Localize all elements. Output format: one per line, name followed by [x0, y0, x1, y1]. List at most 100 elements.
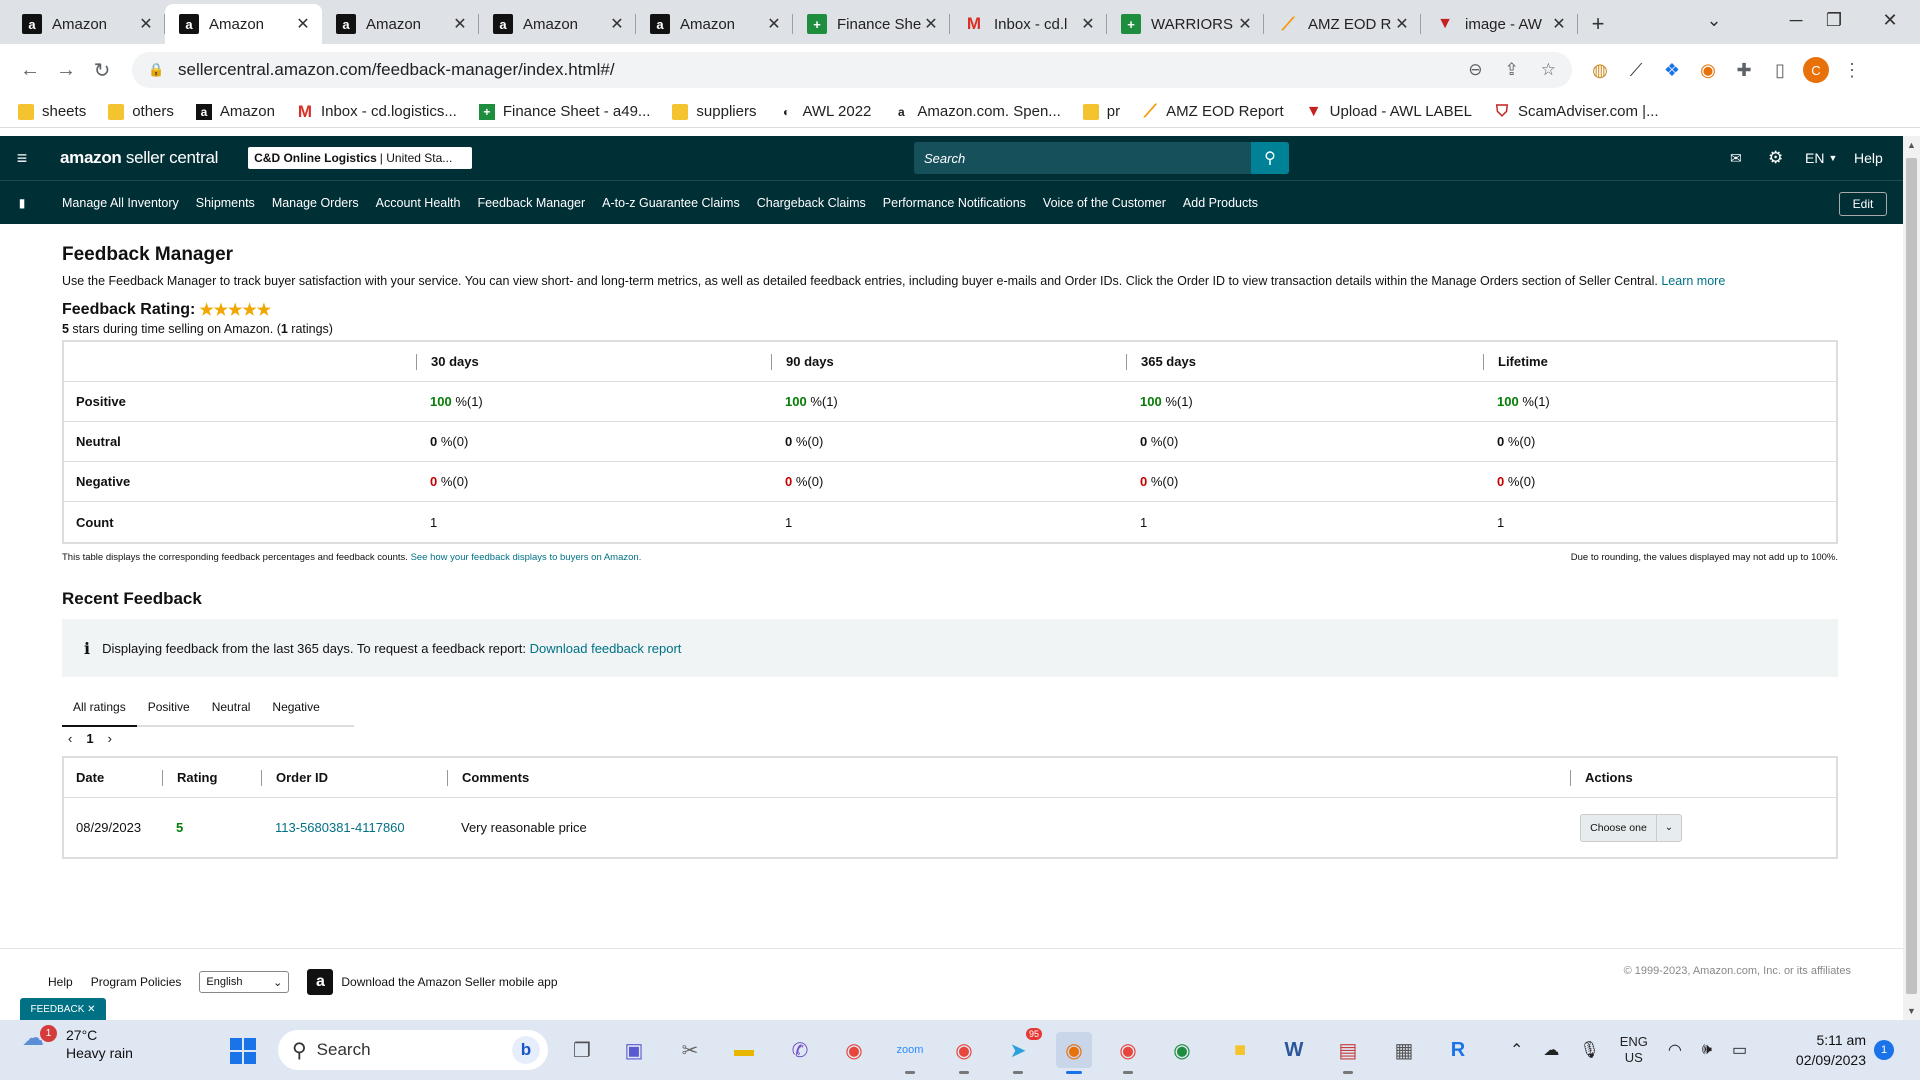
sticky-notes-icon[interactable]: ■ [1222, 1032, 1258, 1068]
bing-icon[interactable]: b [512, 1036, 540, 1064]
clock-time[interactable]: 5:11 am [1770, 1030, 1866, 1050]
browser-tab[interactable]: a Amazon ✕ [165, 4, 322, 44]
notification-badge[interactable]: 1 [1874, 1040, 1894, 1060]
account-name[interactable]: C&D Online Logistics [254, 151, 377, 165]
edit-nav-button[interactable]: Edit [1839, 192, 1887, 216]
prev-page-icon[interactable]: ‹ [68, 731, 72, 746]
close-icon[interactable]: ✕ [765, 14, 783, 34]
bookmark-item[interactable]: suppliers [672, 103, 756, 120]
feedback-tab-button[interactable]: FEEDBACK ✕ [20, 998, 106, 1020]
nav-item-account-health[interactable]: Account Health [376, 196, 461, 210]
close-icon[interactable]: ✕ [1079, 14, 1097, 34]
bookmark-item[interactable]: sheets [18, 103, 86, 120]
amazon-app-icon[interactable]: a [307, 969, 334, 995]
logo-main[interactable]: amazon [60, 148, 122, 167]
lang-us[interactable]: US [1625, 1050, 1643, 1065]
language-select-value[interactable]: English [206, 976, 242, 988]
close-icon[interactable]: ✕ [137, 14, 155, 34]
input-language[interactable]: ENG US [1620, 1034, 1648, 1066]
bookmark-label[interactable]: AWL 2022 [802, 103, 871, 120]
tab-search-chevron-icon[interactable]: ⌄ [1690, 0, 1738, 40]
microphone-icon[interactable]: 🎙 [1579, 1040, 1599, 1060]
profile-initial[interactable]: C [1803, 57, 1829, 83]
learn-more-link[interactable]: Learn more [1661, 274, 1725, 288]
lock-icon[interactable]: 🔒 [148, 62, 164, 78]
chrome-profile-icon[interactable]: ◉ [946, 1032, 982, 1074]
file-explorer-icon[interactable]: ▬ [726, 1032, 762, 1068]
col-rating[interactable]: Rating [162, 769, 261, 786]
browser-tab[interactable]: ⟋ AMZ EOD R ✕ [1264, 4, 1421, 44]
zoom-icon[interactable]: ⊖ [1468, 60, 1482, 80]
browser-tab-title[interactable]: Amazon [523, 16, 608, 33]
r-app-icon[interactable]: R [1440, 1032, 1476, 1068]
close-icon[interactable]: ✕ [1236, 14, 1254, 34]
nav-item-chargeback-claims[interactable]: Chargeback Claims [757, 196, 866, 210]
order-id-link[interactable]: 113-5680381-4117860 [275, 820, 405, 835]
browser-tab[interactable]: a Amazon ✕ [322, 4, 479, 44]
nav-item-voice-of-the-customer[interactable]: Voice of the Customer [1043, 196, 1166, 210]
col-date[interactable]: Date [64, 770, 162, 785]
close-icon[interactable]: ✕ [1550, 14, 1568, 34]
browser-tab-title[interactable]: Amazon [52, 16, 137, 33]
calculator-icon[interactable]: ▦ [1386, 1032, 1422, 1068]
url-bar[interactable]: 🔒 sellercentral.amazon.com/feedback-mana… [132, 52, 1572, 88]
bookmark-label[interactable]: Amazon [220, 103, 275, 120]
caret-down-icon[interactable]: ▼ [1828, 153, 1837, 163]
snip-sketch-icon[interactable]: ▤ [1330, 1032, 1366, 1074]
browser-tab-title[interactable]: Inbox - cd.l [994, 16, 1079, 33]
bookmark-label[interactable]: Inbox - cd.logistics... [321, 103, 457, 120]
see-feedback-display-link[interactable]: See how your feedback displays to buyers… [411, 552, 642, 563]
browser-tab[interactable]: ▼ image - AW ✕ [1421, 4, 1578, 44]
tab-all-ratings[interactable]: All ratings [62, 689, 137, 727]
download-feedback-report-link[interactable]: Download feedback report [530, 641, 682, 656]
browser-tab-title[interactable]: WARRIORS [1151, 16, 1236, 33]
teams-icon[interactable]: ▣ [616, 1032, 652, 1068]
browser-menu-icon[interactable]: ⋮ [1834, 52, 1870, 88]
close-icon[interactable]: ✕ [1393, 14, 1411, 34]
browser-tab[interactable]: a Amazon ✕ [479, 4, 636, 44]
back-icon[interactable]: ← [12, 52, 48, 88]
chevron-down-icon[interactable]: ⌄ [273, 976, 282, 989]
next-page-icon[interactable]: › [108, 731, 112, 746]
bookmark-item[interactable]: pr [1082, 103, 1120, 120]
task-view-icon[interactable]: ❐ [564, 1032, 600, 1068]
browser-tab[interactable]: a Amazon ✕ [8, 4, 165, 44]
hamburger-menu-icon[interactable]: ≡ [0, 148, 44, 169]
bookmark-item[interactable]: ⛉ ScamAdviser.com |... [1494, 103, 1659, 121]
seller-central-logo[interactable]: amazon seller central [60, 148, 218, 168]
nav-item-manage-all-inventory[interactable]: Manage All Inventory [62, 196, 179, 210]
nav-item-add-products[interactable]: Add Products [1183, 196, 1258, 210]
language-select[interactable]: English ⌄ [199, 971, 290, 993]
extension-orange-icon[interactable]: ◉ [1690, 52, 1726, 88]
gear-icon[interactable]: ⚙ [1768, 136, 1783, 180]
scroll-up-icon[interactable]: ▲ [1903, 140, 1920, 150]
new-tab-button[interactable]: + [1578, 4, 1618, 44]
extensions-puzzle-icon[interactable]: ✚ [1726, 52, 1762, 88]
program-policies-link[interactable]: Program Policies [91, 975, 182, 989]
bookmark-label[interactable]: others [132, 103, 174, 120]
bookmark-item[interactable]: a Amazon [195, 103, 275, 120]
battery-icon[interactable]: ▭ [1732, 1040, 1747, 1060]
browser-tab-title[interactable]: AMZ EOD R [1308, 16, 1393, 33]
weather-widget[interactable]: ☁ 1 27°C Heavy rain [22, 1025, 133, 1062]
page-scrollbar[interactable]: ▲ ▼ [1903, 136, 1920, 1020]
nav-item-feedback-manager[interactable]: Feedback Manager [477, 196, 585, 210]
browser-tab[interactable]: M Inbox - cd.l ✕ [950, 4, 1107, 44]
bookmark-item[interactable]: a Amazon.com. Spen... [893, 103, 1061, 120]
bookmark-star-icon[interactable]: ☆ [1541, 60, 1556, 80]
bookmark-item[interactable]: + Finance Sheet - a49... [478, 103, 650, 120]
nav-item-a-to-z-guarantee-claims[interactable]: A-to-z Guarantee Claims [602, 196, 740, 210]
close-icon[interactable]: ✕ [451, 14, 469, 34]
tab-neutral[interactable]: Neutral [201, 688, 262, 726]
language-selector[interactable]: EN ▼ [1805, 136, 1837, 180]
snipping-tool-icon[interactable]: ✂ [672, 1032, 708, 1068]
bookmark-label[interactable]: sheets [42, 103, 86, 120]
bookmark-item[interactable]: others [108, 103, 174, 120]
viber-icon[interactable]: ✆ [782, 1032, 818, 1068]
help-link[interactable]: Help [1854, 136, 1883, 180]
browser-tab-title[interactable]: image - AW [1465, 16, 1550, 33]
account-switcher[interactable]: C&D Online Logistics | United Sta... [248, 147, 473, 169]
word-icon[interactable]: W [1276, 1032, 1312, 1068]
search-icon[interactable]: ⚲ [1251, 142, 1289, 174]
wifi-icon[interactable]: ◠ [1668, 1040, 1682, 1060]
